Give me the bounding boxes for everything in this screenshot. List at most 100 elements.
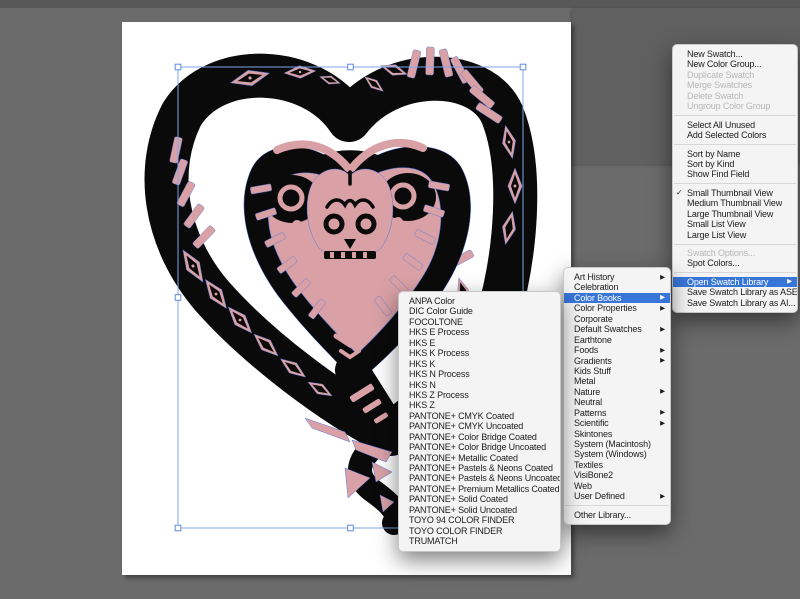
menu-item-celebration[interactable]: Celebration xyxy=(564,282,670,292)
menu-item-label: Metal xyxy=(574,376,595,386)
color-books-submenu[interactable]: ANPA ColorDIC Color GuideFOCOLTONEHKS E … xyxy=(398,291,561,552)
menu-item-hks-n[interactable]: HKS N xyxy=(399,380,560,390)
menu-item-small-thumbnail-view[interactable]: ✓ Small Thumbnail View xyxy=(673,188,797,198)
menu-item-nature[interactable]: Nature▶ xyxy=(564,387,670,397)
menu-item-save-swatch-library-as-ase[interactable]: Save Swatch Library as ASE... xyxy=(673,287,797,297)
menu-item-hks-e[interactable]: HKS E xyxy=(399,338,560,348)
menu-item-label: TOYO 94 COLOR FINDER xyxy=(409,515,514,525)
menu-item-label: Small List View xyxy=(687,219,746,229)
menu-item-toyo-94-color-finder[interactable]: TOYO 94 COLOR FINDER xyxy=(399,515,560,525)
menu-item-system-windows[interactable]: System (Windows) xyxy=(564,449,670,459)
menu-item-system-macintosh[interactable]: System (Macintosh) xyxy=(564,439,670,449)
submenu-arrow-icon: ▶ xyxy=(660,325,665,335)
menu-item-label: HKS N xyxy=(409,380,436,390)
menu-separator xyxy=(674,115,796,116)
menu-item-hks-e-process[interactable]: HKS E Process xyxy=(399,327,560,337)
menu-item-pantone-metallic-coated[interactable]: PANTONE+ Metallic Coated xyxy=(399,453,560,463)
menu-item-color-properties[interactable]: Color Properties▶ xyxy=(564,303,670,313)
menu-item-label: Save Swatch Library as AI... xyxy=(687,298,795,308)
menu-item-pantone-solid-uncoated[interactable]: PANTONE+ Solid Uncoated xyxy=(399,505,560,515)
menu-item-label: Spot Colors... xyxy=(687,258,739,268)
menu-separator xyxy=(565,505,669,506)
menu-item-pantone-color-bridge-coated[interactable]: PANTONE+ Color Bridge Coated xyxy=(399,432,560,442)
menu-item-label: Show Find Field xyxy=(687,169,749,179)
swatches-flyout-menu[interactable]: New Swatch...New Color Group...Duplicate… xyxy=(672,44,798,313)
menu-item-hks-k-process[interactable]: HKS K Process xyxy=(399,348,560,358)
menu-item-pantone-cmyk-coated[interactable]: PANTONE+ CMYK Coated xyxy=(399,411,560,421)
menu-item-hks-n-process[interactable]: HKS N Process xyxy=(399,369,560,379)
menu-item-add-selected-colors[interactable]: Add Selected Colors xyxy=(673,130,797,140)
menu-item-pantone-cmyk-uncoated[interactable]: PANTONE+ CMYK Uncoated xyxy=(399,421,560,431)
menu-item-label: Sort by Kind xyxy=(687,159,734,169)
menu-item-focoltone[interactable]: FOCOLTONE xyxy=(399,317,560,327)
menu-item-foods[interactable]: Foods▶ xyxy=(564,345,670,355)
menu-item-anpa-color[interactable]: ANPA Color xyxy=(399,296,560,306)
menu-item-art-history[interactable]: Art History▶ xyxy=(564,272,670,282)
menu-item-visibone2[interactable]: VisiBone2 xyxy=(564,470,670,480)
menu-item-sort-by-name[interactable]: Sort by Name xyxy=(673,149,797,159)
menu-item-gradients[interactable]: Gradients▶ xyxy=(564,356,670,366)
menu-item-trumatch[interactable]: TRUMATCH xyxy=(399,536,560,546)
menu-item-pantone-pastels-neons-coated[interactable]: PANTONE+ Pastels & Neons Coated xyxy=(399,463,560,473)
menu-item-default-swatches[interactable]: Default Swatches▶ xyxy=(564,324,670,334)
menu-item-label: Small Thumbnail View xyxy=(687,188,773,198)
menu-item-label: PANTONE+ CMYK Uncoated xyxy=(409,421,523,431)
menu-item-color-books[interactable]: Color Books▶ xyxy=(564,293,670,303)
menu-item-label: TOYO COLOR FINDER xyxy=(409,526,502,536)
menu-item-large-list-view[interactable]: Large List View xyxy=(673,230,797,240)
menu-item-toyo-color-finder[interactable]: TOYO COLOR FINDER xyxy=(399,526,560,536)
menu-item-large-thumbnail-view[interactable]: Large Thumbnail View xyxy=(673,209,797,219)
menu-item-pantone-pastels-neons-uncoated[interactable]: PANTONE+ Pastels & Neons Uncoated xyxy=(399,473,560,483)
menu-item-textiles[interactable]: Textiles xyxy=(564,460,670,470)
menu-item-hks-k[interactable]: HKS K xyxy=(399,359,560,369)
menu-item-dic-color-guide[interactable]: DIC Color Guide xyxy=(399,306,560,316)
skull[interactable] xyxy=(307,169,393,259)
menu-item-kids-stuff[interactable]: Kids Stuff xyxy=(564,366,670,376)
menu-separator xyxy=(674,244,796,245)
menu-item-label: Earthtone xyxy=(574,335,612,345)
menu-item-pantone-color-bridge-uncoated[interactable]: PANTONE+ Color Bridge Uncoated xyxy=(399,442,560,452)
menu-item-small-list-view[interactable]: Small List View xyxy=(673,219,797,229)
menu-item-skintones[interactable]: Skintones xyxy=(564,429,670,439)
menu-item-label: Foods xyxy=(574,345,598,355)
menu-item-label: FOCOLTONE xyxy=(409,317,463,327)
menu-item-metal[interactable]: Metal xyxy=(564,376,670,386)
menu-item-label: Scientific xyxy=(574,418,609,428)
menu-item-label: New Swatch... xyxy=(687,49,743,59)
menu-item-patterns[interactable]: Patterns▶ xyxy=(564,408,670,418)
menu-item-label: HKS Z Process xyxy=(409,390,469,400)
submenu-arrow-icon: ▶ xyxy=(660,304,665,314)
open-swatch-library-submenu[interactable]: Art History▶CelebrationColor Books▶Color… xyxy=(563,267,671,525)
menu-item-pantone-premium-metallics-coated[interactable]: PANTONE+ Premium Metallics Coated xyxy=(399,484,560,494)
menu-item-label: Large Thumbnail View xyxy=(687,209,773,219)
menu-item-label: HKS Z xyxy=(409,400,435,410)
menu-item-corporate[interactable]: Corporate xyxy=(564,314,670,324)
menu-item-new-swatch[interactable]: New Swatch... xyxy=(673,49,797,59)
menu-item-scientific[interactable]: Scientific▶ xyxy=(564,418,670,428)
menu-item-label: Kids Stuff xyxy=(574,366,611,376)
menu-item-user-defined[interactable]: User Defined▶ xyxy=(564,491,670,501)
menu-item-earthtone[interactable]: Earthtone xyxy=(564,335,670,345)
menu-item-label: Open Swatch Library xyxy=(687,277,768,287)
menu-item-show-find-field[interactable]: Show Find Field xyxy=(673,169,797,179)
menu-item-new-color-group[interactable]: New Color Group... xyxy=(673,59,797,69)
menu-item-label: ANPA Color xyxy=(409,296,455,306)
menu-item-label: PANTONE+ Color Bridge Uncoated xyxy=(409,442,546,452)
menu-item-hks-z[interactable]: HKS Z xyxy=(399,400,560,410)
menu-item-label: Medium Thumbnail View xyxy=(687,198,782,208)
menu-item-hks-z-process[interactable]: HKS Z Process xyxy=(399,390,560,400)
menu-item-pantone-solid-coated[interactable]: PANTONE+ Solid Coated xyxy=(399,494,560,504)
menu-item-select-all-unused[interactable]: Select All Unused xyxy=(673,120,797,130)
menu-item-other-library[interactable]: Other Library... xyxy=(564,510,670,520)
menu-item-save-swatch-library-as-ai[interactable]: Save Swatch Library as AI... xyxy=(673,298,797,308)
menu-item-sort-by-kind[interactable]: Sort by Kind xyxy=(673,159,797,169)
menu-item-label: Skintones xyxy=(574,429,612,439)
menu-item-label: Merge Swatches xyxy=(687,80,752,90)
checkmark-icon: ✓ xyxy=(676,188,683,198)
menu-item-neutral[interactable]: Neutral xyxy=(564,397,670,407)
menu-item-web[interactable]: Web xyxy=(564,481,670,491)
menu-item-open-swatch-library[interactable]: Open Swatch Library▶ xyxy=(673,277,797,287)
menu-item-label: New Color Group... xyxy=(687,59,761,69)
menu-item-medium-thumbnail-view[interactable]: Medium Thumbnail View xyxy=(673,198,797,208)
menu-item-spot-colors[interactable]: Spot Colors... xyxy=(673,258,797,268)
